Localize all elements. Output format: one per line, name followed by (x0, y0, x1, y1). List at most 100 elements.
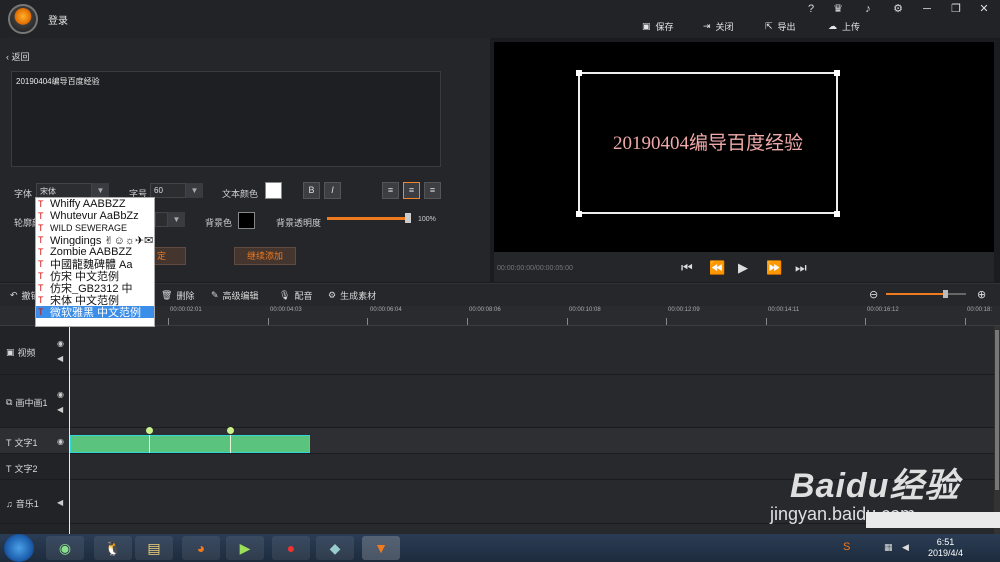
track-row (0, 326, 994, 375)
align-left-icon[interactable]: ≡ (382, 182, 399, 199)
font-select[interactable]: 宋体 (36, 183, 92, 198)
minimize-button[interactable]: ─ (918, 2, 936, 16)
chevron-down-icon[interactable]: ▼ (92, 183, 109, 198)
bg-color-swatch[interactable] (238, 212, 255, 229)
close-button[interactable]: ⇥ 关闭 (703, 18, 734, 34)
clock[interactable]: 6:51 2019/4/4 (928, 537, 963, 559)
resize-handle[interactable] (576, 211, 582, 217)
video-editor-taskbar-icon[interactable]: ▼ (362, 536, 400, 560)
align-center-icon[interactable]: ≡ (403, 182, 420, 199)
text-clip[interactable] (70, 435, 310, 453)
font-option[interactable]: T Zombie AABBZZ (36, 246, 154, 258)
export-button[interactable]: ⇱ 导出 (765, 18, 796, 34)
skip-start-icon[interactable]: ⏮ (681, 260, 693, 276)
step-forward-icon[interactable]: ⏩ (766, 260, 782, 276)
align-right-icon[interactable]: ≡ (424, 182, 441, 199)
text-color-label: 文本颜色 (222, 189, 259, 199)
record-icon[interactable]: ● (272, 536, 310, 560)
italic-button[interactable]: I (324, 182, 341, 199)
step-back-icon[interactable]: ⏪ (709, 260, 725, 276)
browser-icon[interactable]: ◉ (46, 536, 84, 560)
undo-icon: ↶ (10, 290, 18, 300)
player-icon[interactable]: ▶ (226, 536, 264, 560)
exit-icon: ⇥ (703, 20, 711, 31)
folder-icon[interactable]: ▤ (135, 536, 173, 560)
bold-button[interactable]: B (303, 182, 320, 199)
track-text1[interactable]: T 文字1 (6, 436, 38, 449)
skip-end-icon[interactable]: ⏭ (795, 260, 807, 276)
speaker-icon[interactable]: ◀ (57, 354, 63, 363)
font-dropdown-list[interactable]: T Whiffy AABBZZ T Whutevur AaBbZz T WILD SE… (35, 197, 155, 327)
resize-handle[interactable] (576, 70, 582, 76)
resize-handle[interactable] (834, 211, 840, 217)
app-icon[interactable]: ◆ (316, 536, 354, 560)
font-option-selected[interactable]: T 微软雅黑 中文范例 (36, 306, 154, 318)
font-option[interactable]: T Whiffy AABBZZ (36, 198, 154, 210)
save-button[interactable]: ▣ 保存 (642, 18, 674, 34)
zoom-out-icon[interactable]: ⊖ (869, 288, 878, 301)
track-pip[interactable]: ⧉ 画中画1 (6, 396, 47, 409)
ime-icon[interactable]: S (843, 541, 850, 553)
opacity-slider-handle[interactable] (405, 213, 411, 223)
eye-icon[interactable]: ◉ (57, 339, 64, 348)
volume-icon[interactable]: ◀ (902, 542, 909, 553)
track-music[interactable]: ♫ 音乐1 (6, 497, 39, 510)
speaker-icon[interactable]: ◀ (57, 405, 63, 414)
track-text2[interactable]: T 文字2 (6, 462, 38, 475)
generate-material-button[interactable]: ⚙ 生成素材 (328, 289, 376, 302)
keyframe-marker[interactable] (227, 427, 234, 434)
font-option[interactable]: T 中國龍魏碑體 Aa (36, 258, 154, 270)
crown-icon[interactable]: ♛ (829, 2, 847, 16)
resize-handle[interactable] (834, 70, 840, 76)
chevron-down-icon[interactable]: ▼ (168, 212, 185, 227)
close-window-button[interactable]: ✕ (975, 2, 993, 16)
maximize-button[interactable]: ❐ (947, 2, 965, 16)
outline-select[interactable] (155, 212, 168, 227)
font-option[interactable]: T Whutevur AaBbZz (36, 210, 154, 222)
gear-icon[interactable]: ⚙ (889, 2, 907, 16)
firefox-icon[interactable]: ◕ (182, 536, 220, 560)
ruler-tick (168, 318, 169, 325)
back-link[interactable]: ‹ 返回 (6, 50, 30, 63)
text-input[interactable]: 20190404编导百度经验 (11, 71, 441, 167)
size-select[interactable]: 60 (150, 183, 186, 198)
font-option[interactable]: T 仿宋 中文范例 (36, 270, 154, 282)
play-icon[interactable]: ▶ (738, 260, 748, 276)
confirm-button[interactable]: 定 (152, 247, 186, 265)
speaker-icon[interactable]: ◀ (57, 498, 63, 507)
keyframe-marker[interactable] (146, 427, 153, 434)
zoom-slider-handle[interactable] (943, 290, 948, 298)
export-icon: ⇱ (765, 20, 773, 31)
ruler-tick-label: 00:00:16:12 (867, 307, 899, 313)
zoom-in-icon[interactable]: ⊕ (977, 288, 986, 301)
text-color-swatch[interactable] (265, 182, 282, 199)
login-link[interactable]: 登录 (48, 12, 68, 27)
eye-icon[interactable]: ◉ (57, 390, 64, 399)
font-option[interactable]: T 宋体 中文范例 (36, 294, 154, 306)
ime-toolbar[interactable] (866, 512, 1000, 528)
dub-button[interactable]: 🎙 配音 (279, 289, 312, 302)
advanced-edit-button[interactable]: ✎ 高级编辑 (211, 289, 259, 302)
playhead[interactable] (69, 306, 70, 534)
qq-icon[interactable]: 🐧 (94, 536, 132, 560)
continue-add-button[interactable]: 继续添加 (234, 247, 296, 265)
delete-button[interactable]: 🗑 删除 (161, 289, 194, 302)
chevron-down-icon[interactable]: ▼ (186, 183, 203, 198)
font-label: 字体 (14, 189, 33, 199)
font-option[interactable]: T WILD SEWERAGE (36, 222, 154, 234)
help-icon[interactable]: ? (802, 2, 820, 16)
scrollbar-thumb[interactable] (995, 330, 999, 490)
ruler-tick (666, 318, 667, 325)
upload-button[interactable]: ☁ 上传 (828, 18, 860, 34)
track-video[interactable]: ▣ 视频 (6, 346, 36, 359)
bell-icon[interactable]: ♪ (859, 2, 877, 16)
font-option[interactable]: T Wingdings ✌☺☼✈✉ (36, 234, 154, 247)
pencil-icon: ✎ (211, 290, 219, 300)
start-button[interactable] (4, 534, 34, 562)
network-icon[interactable]: ▦ (884, 542, 893, 553)
font-option[interactable]: T 仿宋_GB2312 中 (36, 282, 154, 294)
ruler-tick-label: 00:00:02:01 (170, 307, 202, 313)
truetype-icon: T (38, 223, 44, 233)
eye-icon[interactable]: ◉ (57, 437, 64, 446)
opacity-slider[interactable] (327, 217, 409, 220)
